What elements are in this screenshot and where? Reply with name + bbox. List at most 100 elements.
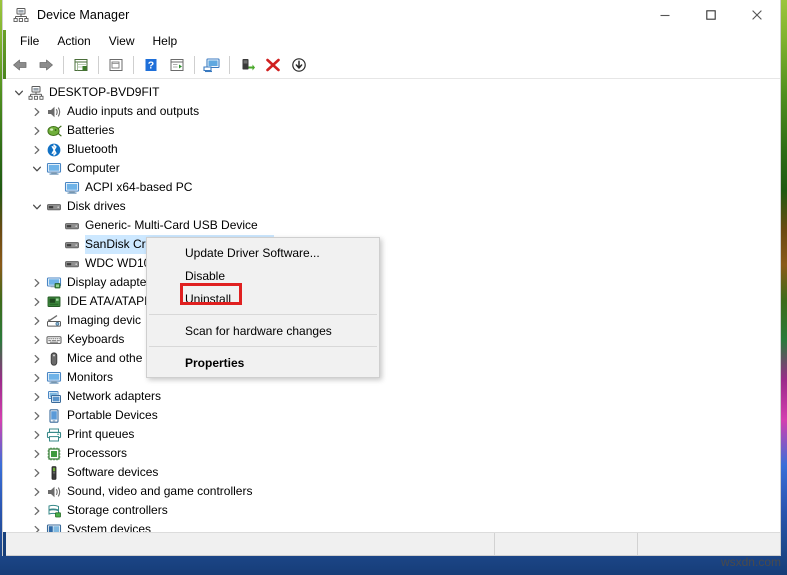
chevron-down-icon[interactable] bbox=[29, 159, 45, 178]
device-tree[interactable]: DESKTOP-BVD9FIT Audio inputs and outputs B… bbox=[3, 79, 780, 532]
chevron-right-icon[interactable] bbox=[29, 102, 45, 121]
uninstall-device-icon[interactable] bbox=[260, 53, 286, 77]
update-driver-icon[interactable] bbox=[164, 53, 190, 77]
tree-item[interactable]: Imaging devic bbox=[3, 311, 780, 330]
tree-item[interactable]: Monitors bbox=[3, 368, 780, 387]
context-menu-item-scan-for-hardware-changes[interactable]: Scan for hardware changes bbox=[147, 319, 379, 342]
network-adapter-icon bbox=[45, 387, 62, 406]
chevron-right-icon[interactable] bbox=[29, 140, 45, 159]
disk-icon bbox=[63, 216, 80, 235]
chevron-right-icon[interactable] bbox=[29, 311, 45, 330]
tree-item-label: Imaging devic bbox=[67, 313, 142, 327]
tree-item[interactable]: Batteries bbox=[3, 121, 780, 140]
disk-icon bbox=[63, 254, 80, 273]
enable-device-icon[interactable] bbox=[234, 53, 260, 77]
context-menu-item-update-driver-software[interactable]: Update Driver Software... bbox=[147, 241, 379, 264]
tree-item-label: Audio inputs and outputs bbox=[67, 104, 200, 118]
tree-item[interactable]: System devices bbox=[3, 520, 780, 532]
tree-item[interactable]: Audio inputs and outputs bbox=[3, 102, 780, 121]
scan-hardware-changes-icon[interactable] bbox=[199, 53, 225, 77]
chevron-right-icon[interactable] bbox=[29, 406, 45, 425]
tree-item[interactable]: DESKTOP-BVD9FIT bbox=[3, 83, 780, 102]
context-menu-item-properties[interactable]: Properties bbox=[147, 351, 379, 374]
disk-icon bbox=[45, 197, 62, 216]
tree-item[interactable]: SanDisk Cruzer Force USB Device bbox=[3, 235, 780, 254]
tree-item[interactable]: Disk drives bbox=[3, 197, 780, 216]
chevron-right-icon[interactable] bbox=[29, 273, 45, 292]
forward-icon[interactable] bbox=[33, 53, 59, 77]
menu-file[interactable]: File bbox=[11, 32, 48, 50]
ide-controller-icon bbox=[45, 292, 62, 311]
tree-item-label: Network adapters bbox=[67, 389, 162, 403]
tree-item[interactable]: Computer bbox=[3, 159, 780, 178]
chevron-right-icon[interactable] bbox=[29, 501, 45, 520]
tree-item[interactable]: Generic- Multi-Card USB Device bbox=[3, 216, 780, 235]
tree-item[interactable]: Display adapte bbox=[3, 273, 780, 292]
tree-item[interactable]: Storage controllers bbox=[3, 501, 780, 520]
tree-item-label: Monitors bbox=[67, 370, 114, 384]
toolbar-separator bbox=[229, 56, 230, 74]
tree-item[interactable]: Keyboards bbox=[3, 330, 780, 349]
tree-item[interactable]: Processors bbox=[3, 444, 780, 463]
tree-item[interactable]: Portable Devices bbox=[3, 406, 780, 425]
toolbar: ? bbox=[3, 52, 780, 79]
monitor-icon bbox=[45, 368, 62, 387]
tree-item-label: WDC WD10 bbox=[85, 256, 151, 270]
tree-item[interactable]: Bluetooth bbox=[3, 140, 780, 159]
svg-text:?: ? bbox=[148, 60, 154, 72]
disk-icon bbox=[63, 235, 80, 254]
close-button[interactable] bbox=[734, 0, 780, 30]
tree-item[interactable]: ACPI x64-based PC bbox=[3, 178, 780, 197]
tree-item-label: Sound, video and game controllers bbox=[67, 484, 253, 498]
menu-help[interactable]: Help bbox=[144, 32, 187, 50]
monitor-icon bbox=[63, 178, 80, 197]
tree-item-label: Print queues bbox=[67, 427, 135, 441]
tree-item[interactable]: Software devices bbox=[3, 463, 780, 482]
properties-icon[interactable] bbox=[68, 53, 94, 77]
tree-item-label: Software devices bbox=[67, 465, 159, 479]
chevron-right-icon[interactable] bbox=[29, 463, 45, 482]
chevron-right-icon[interactable] bbox=[29, 520, 45, 532]
chevron-right-icon[interactable] bbox=[29, 368, 45, 387]
chevron-right-icon[interactable] bbox=[29, 330, 45, 349]
chevron-down-icon[interactable] bbox=[29, 197, 45, 216]
show-hidden-devices-icon[interactable] bbox=[103, 53, 129, 77]
portable-device-icon bbox=[45, 406, 62, 425]
context-menu: Update Driver Software... Disable Uninst… bbox=[146, 237, 380, 378]
context-menu-item-uninstall[interactable]: Uninstall bbox=[147, 287, 379, 310]
tree-item[interactable]: Print queues bbox=[3, 425, 780, 444]
tree-item-label: System devices bbox=[67, 522, 152, 532]
chevron-right-icon[interactable] bbox=[29, 425, 45, 444]
disable-device-icon[interactable] bbox=[286, 53, 312, 77]
maximize-button[interactable] bbox=[688, 0, 734, 30]
mouse-icon bbox=[45, 349, 62, 368]
chevron-right-icon[interactable] bbox=[29, 444, 45, 463]
tree-item[interactable]: Sound, video and game controllers bbox=[3, 482, 780, 501]
tree-item-label: ACPI x64-based PC bbox=[85, 180, 193, 194]
tree-item[interactable]: Network adapters bbox=[3, 387, 780, 406]
tree-item[interactable]: Mice and othe bbox=[3, 349, 780, 368]
keyboard-icon bbox=[45, 330, 62, 349]
chevron-right-icon[interactable] bbox=[29, 349, 45, 368]
context-menu-separator bbox=[149, 314, 377, 315]
tree-item-label: Processors bbox=[67, 446, 128, 460]
menu-action[interactable]: Action bbox=[48, 32, 99, 50]
tree-item-label: Keyboards bbox=[67, 332, 125, 346]
context-menu-item-disable[interactable]: Disable bbox=[147, 264, 379, 287]
chevron-right-icon[interactable] bbox=[29, 121, 45, 140]
tree-item-label: Storage controllers bbox=[67, 503, 168, 517]
chevron-right-icon[interactable] bbox=[29, 387, 45, 406]
back-icon[interactable] bbox=[7, 53, 33, 77]
help-icon[interactable]: ? bbox=[138, 53, 164, 77]
chevron-right-icon[interactable] bbox=[29, 482, 45, 501]
speaker-icon bbox=[45, 102, 62, 121]
tree-item[interactable]: IDE ATA/ATAPI bbox=[3, 292, 780, 311]
toolbar-separator bbox=[133, 56, 134, 74]
chevron-right-icon[interactable] bbox=[29, 292, 45, 311]
menu-view[interactable]: View bbox=[100, 32, 144, 50]
minimize-button[interactable] bbox=[642, 0, 688, 30]
tree-item-label: IDE ATA/ATAPI bbox=[67, 294, 148, 308]
tree-item[interactable]: WDC WD10 bbox=[3, 254, 780, 273]
chevron-down-icon[interactable] bbox=[11, 83, 27, 102]
